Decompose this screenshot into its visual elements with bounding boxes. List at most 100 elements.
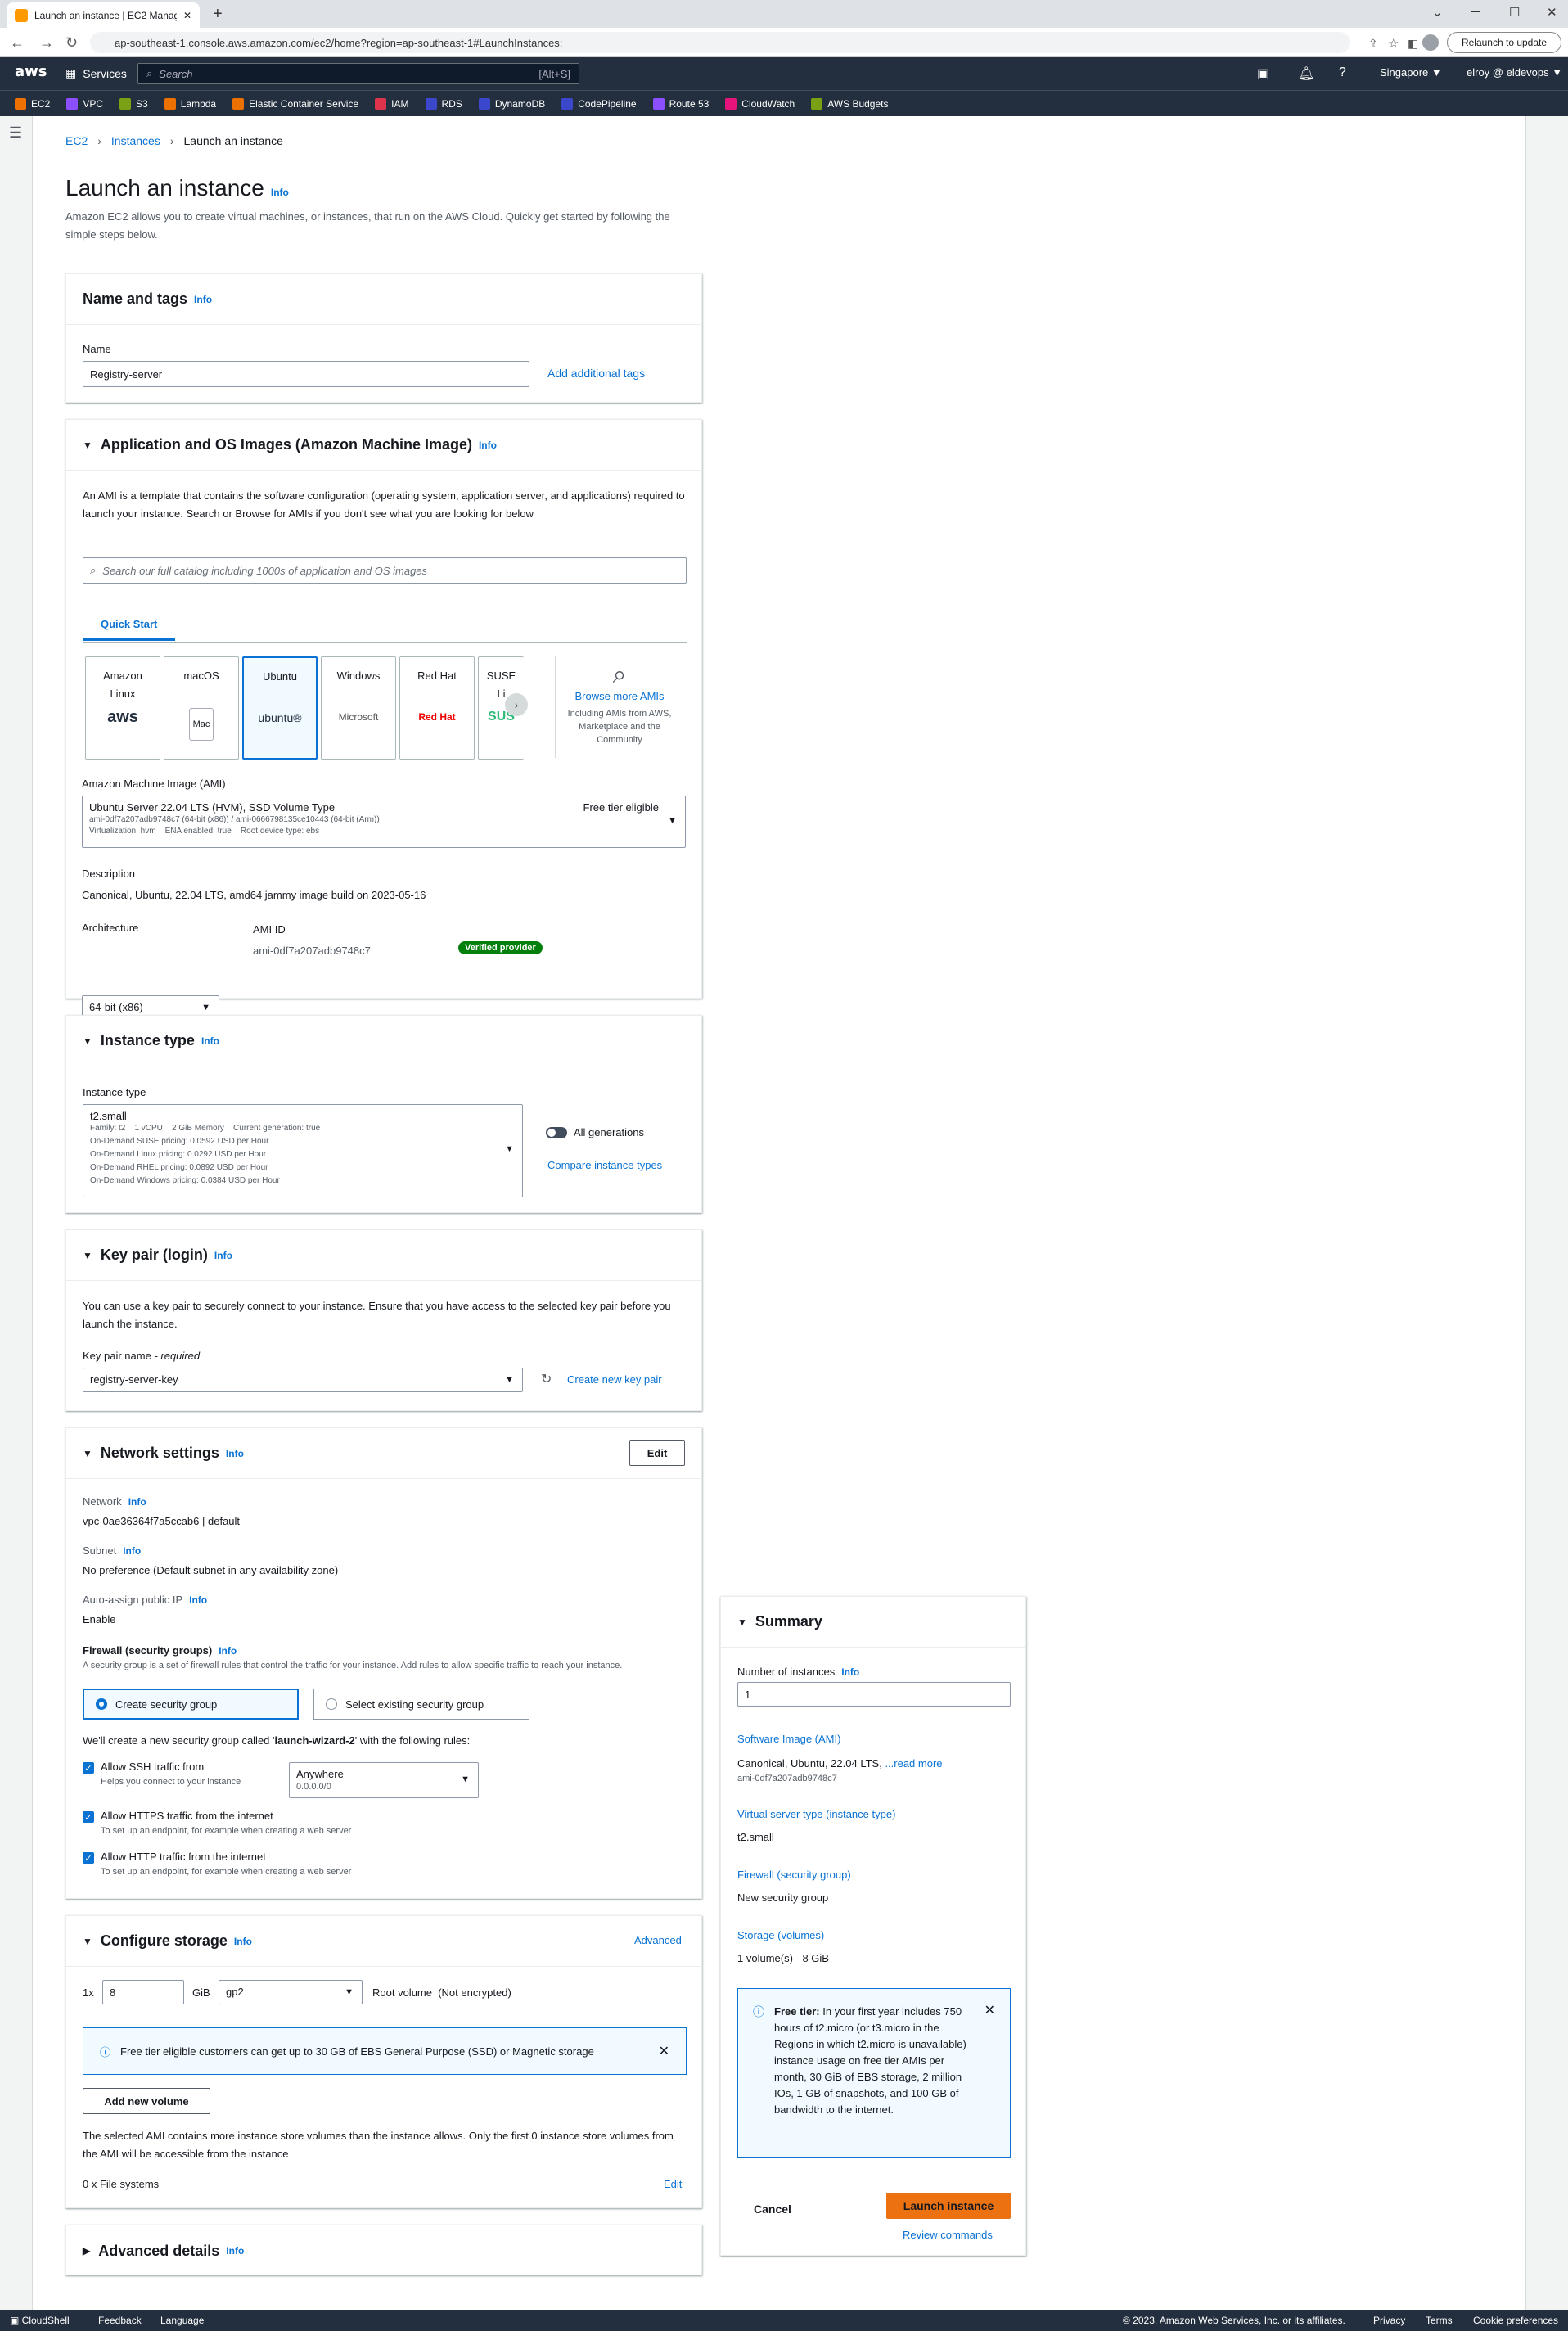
notifications-bell-icon[interactable]: 🔔︎	[1298, 65, 1314, 82]
help-icon[interactable]: ?	[1339, 65, 1346, 80]
aws-logo[interactable]: aws	[15, 63, 47, 80]
name-input[interactable]: Registry-server	[83, 361, 529, 387]
profile-avatar[interactable]	[1422, 34, 1439, 51]
volume-size-input[interactable]: 8	[102, 1980, 184, 2004]
info-link[interactable]: Info	[234, 1936, 252, 1947]
info-link[interactable]: Info	[226, 1448, 244, 1459]
new-tab-icon[interactable]: +	[213, 5, 223, 24]
side-panel-icon[interactable]: ◧	[1408, 37, 1418, 51]
hamburger-menu-icon[interactable]: ☰	[9, 124, 22, 142]
favorite-rds[interactable]: RDS	[425, 97, 462, 110]
os-tile-amazon-linux[interactable]: Amazon Linux aws	[85, 656, 160, 760]
ssh-source-select[interactable]: Anywhere 0.0.0.0/0 ▼	[289, 1762, 479, 1798]
cloudshell-icon[interactable]: ▣	[1257, 65, 1269, 82]
os-tile-ubuntu[interactable]: Ubuntu ubuntu®	[242, 656, 318, 760]
info-link[interactable]: Info	[123, 1545, 141, 1557]
services-menu[interactable]: ▦ Services	[65, 66, 127, 80]
edit-network-button[interactable]: Edit	[629, 1440, 685, 1466]
back-icon[interactable]: ←	[10, 34, 25, 52]
close-window-icon[interactable]: ✕	[1547, 5, 1557, 20]
breadcrumb-ec2[interactable]: EC2	[65, 134, 88, 147]
terms-link[interactable]: Terms	[1426, 2315, 1453, 2326]
all-generations-toggle[interactable]	[546, 1127, 567, 1138]
create-new-key-pair-link[interactable]: Create new key pair	[567, 1373, 662, 1386]
browse-more-amis-link[interactable]: Browse more AMIs	[574, 690, 664, 702]
favorite-aws-budgets[interactable]: AWS Budgets	[811, 97, 888, 110]
info-link[interactable]: Info	[214, 1250, 232, 1261]
favorite-codepipeline[interactable]: CodePipeline	[561, 97, 637, 110]
info-link[interactable]: Info	[201, 1035, 219, 1047]
close-icon[interactable]: ✕	[985, 2002, 995, 2018]
favorite-route-53[interactable]: Route 53	[652, 97, 709, 110]
favorite-elastic-container-service[interactable]: Elastic Container Service	[232, 97, 358, 110]
info-link[interactable]: Info	[841, 1666, 859, 1678]
info-link[interactable]: Info	[226, 2245, 244, 2257]
breadcrumb-instances[interactable]: Instances	[111, 134, 160, 147]
favorite-iam[interactable]: IAM	[375, 97, 409, 110]
account-menu[interactable]: elroy @ eldevops ▼	[1467, 66, 1562, 79]
software-image-link[interactable]: Software Image (AMI)	[737, 1733, 840, 1745]
firewall-link[interactable]: Firewall (security group)	[737, 1869, 851, 1881]
edit-file-systems-link[interactable]: Edit	[664, 2178, 682, 2190]
ssh-checkbox[interactable]: ✓	[83, 1762, 94, 1774]
favorite-lambda[interactable]: Lambda	[164, 97, 216, 110]
add-new-volume-button[interactable]: Add new volume	[83, 2088, 210, 2114]
browse-more-amis[interactable]: ⌕ Browse more AMIs Including AMIs from A…	[565, 661, 674, 746]
cancel-button[interactable]: Cancel	[754, 2203, 791, 2216]
url-field[interactable]: ap-southeast-1.console.aws.amazon.com/ec…	[90, 32, 1350, 53]
bookmark-star-icon[interactable]: ☆	[1388, 36, 1399, 51]
instance-type-select[interactable]: t2.small Family: t2 1 vCPU 2 GiB Memory …	[83, 1104, 523, 1197]
panel-header[interactable]: ▼ Summary	[721, 1597, 1025, 1648]
relaunch-button[interactable]: Relaunch to update	[1447, 32, 1561, 53]
volume-type-select[interactable]: gp2 ▼	[219, 1980, 363, 2004]
info-link[interactable]: Info	[479, 440, 497, 451]
tab-search-icon[interactable]: ⌄	[1432, 5, 1443, 20]
advanced-storage-link[interactable]: Advanced	[634, 1934, 682, 1946]
aws-search-input[interactable]: ⌕ Search [Alt+S]	[137, 63, 579, 84]
cloudshell-footer[interactable]: ▣ CloudShell	[10, 2315, 70, 2326]
panel-header[interactable]: ▶ Advanced details Info	[66, 2225, 701, 2276]
cookie-preferences-link[interactable]: Cookie preferences	[1473, 2315, 1558, 2326]
reload-icon[interactable]: ↻	[65, 34, 78, 52]
tab-quick-start[interactable]: Quick Start	[83, 610, 176, 641]
favorite-cloudwatch[interactable]: CloudWatch	[725, 97, 795, 110]
key-pair-select[interactable]: registry-server-key ▼	[83, 1368, 523, 1392]
read-more-link[interactable]: ...read more	[885, 1757, 942, 1770]
panel-header[interactable]: ▼ Configure storage Info	[66, 1916, 701, 1967]
close-tab-icon[interactable]: ✕	[183, 10, 191, 21]
info-link[interactable]: Info	[194, 294, 212, 305]
os-tile-red-hat[interactable]: Red Hat Red Hat	[399, 656, 475, 760]
launch-instance-button[interactable]: Launch instance	[886, 2193, 1011, 2219]
favorite-vpc[interactable]: VPC	[66, 97, 103, 110]
minimize-icon[interactable]: ─	[1471, 5, 1480, 19]
favorite-s3[interactable]: S3	[119, 97, 148, 110]
privacy-link[interactable]: Privacy	[1373, 2315, 1405, 2326]
select-existing-security-group-option[interactable]: Select existing security group	[313, 1689, 529, 1720]
info-link[interactable]: Info	[271, 187, 289, 198]
number-of-instances-input[interactable]: 1	[737, 1682, 1011, 1707]
panel-header[interactable]: ▼ Key pair (login) Info	[66, 1230, 701, 1281]
panel-header[interactable]: ▼ Application and OS Images (Amazon Machi…	[66, 420, 701, 471]
share-icon[interactable]: ⇪	[1368, 37, 1378, 51]
ami-search-input[interactable]: ⌕ Search our full catalog including 1000s…	[83, 557, 687, 584]
refresh-icon[interactable]: ↻	[541, 1371, 552, 1387]
language-link[interactable]: Language	[160, 2315, 204, 2326]
scroll-right-icon[interactable]: ›	[505, 693, 528, 716]
ami-select[interactable]: Ubuntu Server 22.04 LTS (HVM), SSD Volum…	[82, 796, 686, 848]
http-checkbox[interactable]: ✓	[83, 1852, 94, 1864]
favorite-dynamodb[interactable]: DynamoDB	[478, 97, 545, 110]
close-icon[interactable]: ✕	[659, 2043, 669, 2059]
compare-instance-types-link[interactable]: Compare instance types	[547, 1159, 662, 1171]
virtual-server-type-link[interactable]: Virtual server type (instance type)	[737, 1808, 895, 1820]
info-link[interactable]: Info	[219, 1645, 237, 1657]
info-link[interactable]: Info	[128, 1496, 146, 1508]
create-security-group-option[interactable]: Create security group	[83, 1689, 299, 1720]
browser-tab[interactable]: Launch an instance | EC2 Manag… ✕	[7, 2, 200, 28]
info-link[interactable]: Info	[189, 1594, 207, 1606]
feedback-link[interactable]: Feedback	[98, 2315, 142, 2326]
add-additional-tags-link[interactable]: Add additional tags	[547, 367, 645, 380]
panel-header[interactable]: ▼ Network settings Info	[66, 1428, 701, 1479]
region-selector[interactable]: Singapore ▼	[1380, 66, 1442, 79]
os-tile-windows[interactable]: Windows Microsoft	[321, 656, 396, 760]
panel-header[interactable]: ▼ Instance type Info	[66, 1016, 701, 1066]
